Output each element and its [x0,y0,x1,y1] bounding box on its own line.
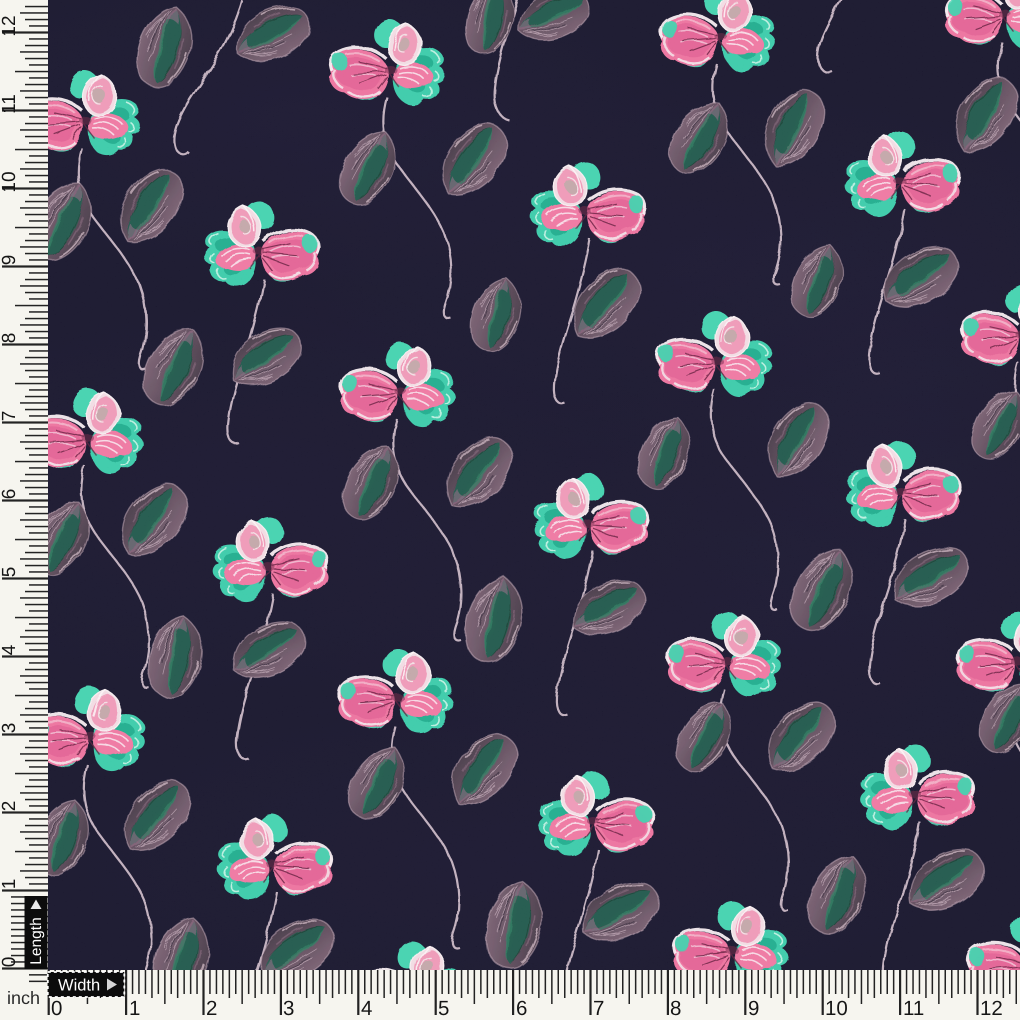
svg-text:3: 3 [0,723,20,734]
svg-text:10: 10 [0,171,20,192]
svg-text:1: 1 [0,879,20,890]
svg-text:2: 2 [0,801,20,812]
svg-text:11: 11 [0,94,20,114]
svg-text:3: 3 [283,997,294,1020]
svg-text:6: 6 [0,489,20,500]
svg-text:4: 4 [0,644,20,655]
svg-text:5: 5 [438,997,449,1020]
svg-text:11: 11 [903,997,924,1020]
svg-text:inch: inch [7,988,40,1008]
svg-text:0: 0 [0,957,20,968]
svg-text:6: 6 [516,997,527,1020]
svg-text:1: 1 [129,997,140,1020]
svg-text:Length: Length [28,917,45,964]
svg-text:7: 7 [0,411,20,422]
svg-text:7: 7 [593,997,604,1020]
svg-text:10: 10 [825,997,848,1020]
svg-text:8: 8 [0,333,20,344]
svg-text:8: 8 [670,997,681,1020]
svg-text:12: 12 [980,997,1003,1020]
svg-text:4: 4 [361,997,372,1020]
svg-text:2: 2 [206,997,217,1020]
svg-text:9: 9 [748,997,759,1020]
svg-text:5: 5 [0,567,20,578]
svg-text:0: 0 [51,997,62,1020]
svg-text:Width: Width [58,977,100,995]
svg-text:9: 9 [0,255,20,266]
svg-text:12: 12 [0,15,20,36]
